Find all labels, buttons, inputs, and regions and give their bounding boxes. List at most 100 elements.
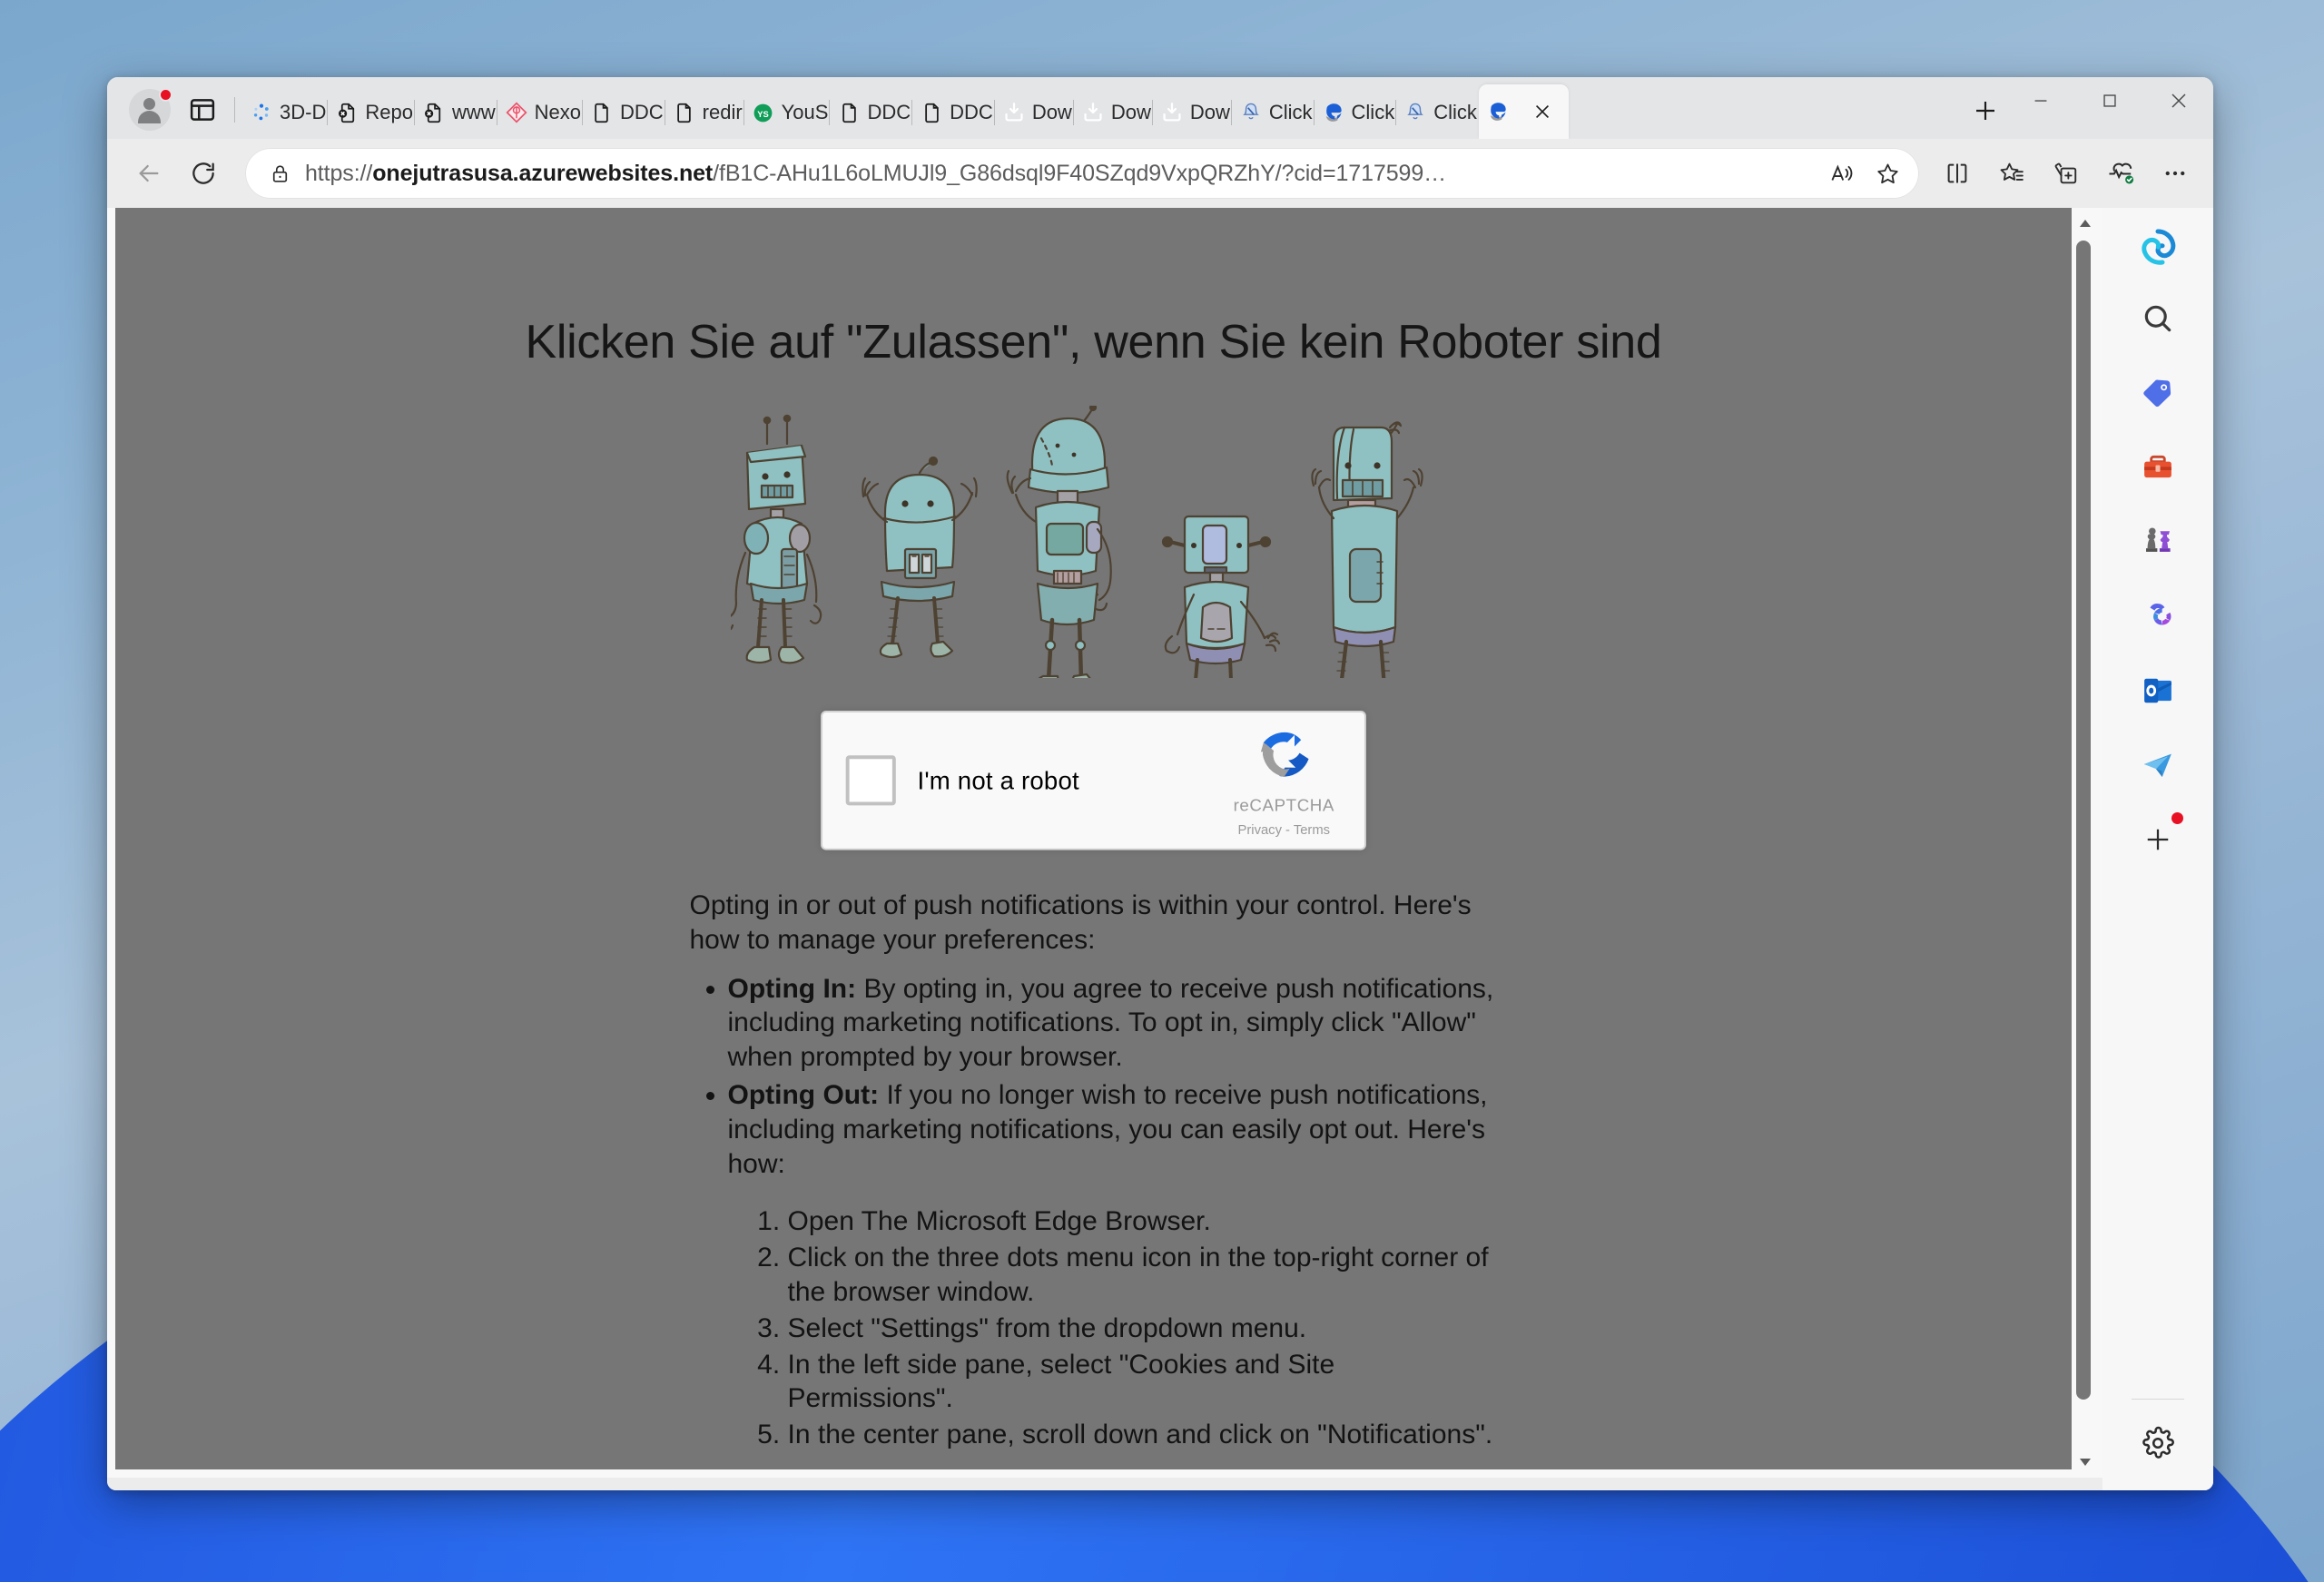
dots-loading-icon (250, 101, 273, 124)
maximize-icon[interactable] (2075, 77, 2144, 124)
tab-item[interactable]: Dow (1074, 86, 1153, 139)
tab-label: Click (1433, 101, 1477, 123)
tab-label: DDC (619, 101, 664, 123)
sidebar-item-microsoft-365[interactable] (2129, 587, 2187, 645)
recaptcha-label: I'm not a robot (917, 766, 1079, 795)
gear-icon (2142, 1426, 2174, 1459)
profile-alert-dot (159, 88, 172, 102)
list-item: Click on the three dots menu icon in the… (788, 1241, 1498, 1310)
page-scrollbar[interactable] (2072, 208, 2102, 1478)
tab-item[interactable]: www (415, 86, 497, 139)
bullet-term: Opting In: (727, 973, 857, 1004)
add-alert-dot (2171, 812, 2183, 824)
tab-label: Click (1268, 101, 1313, 123)
scrollbar-thumb[interactable] (2076, 241, 2091, 1400)
tab-label: DDC (950, 101, 993, 123)
add-icon (2147, 829, 2169, 850)
bullet-term: Opting Out: (727, 1079, 880, 1110)
tab-item[interactable]: Click (1232, 86, 1315, 139)
split-screen-icon[interactable] (1932, 148, 1983, 199)
tab-label: Nexo (534, 101, 581, 123)
recaptcha-checkbox[interactable] (845, 755, 896, 806)
tab-item[interactable]: YS YouS (744, 86, 831, 139)
profile-avatar[interactable] (129, 88, 172, 131)
sidebar-item-tools[interactable] (2129, 438, 2187, 496)
address-bar[interactable]: https://onejutrasusa.azurewebsites.net/f… (245, 148, 1919, 199)
sidebar-item-outlook[interactable] (2129, 662, 2187, 720)
close-tab-icon[interactable] (1527, 96, 1558, 127)
tab-item[interactable]: Click (1315, 86, 1397, 139)
read-aloud-icon[interactable] (1819, 151, 1865, 196)
download-icon (1002, 101, 1026, 124)
favorite-star-icon[interactable] (1865, 151, 1910, 196)
tab-item-active[interactable] (1478, 84, 1569, 139)
window-controls (2006, 77, 2213, 139)
tab-item[interactable]: 3D-D (242, 86, 329, 139)
copilot-icon[interactable] (2130, 219, 2186, 275)
sidebar-item-telegram[interactable] (2129, 736, 2187, 794)
telegram-icon (2143, 753, 2171, 777)
outlook-icon (2144, 678, 2171, 703)
microsoft-365-icon (2150, 604, 2171, 625)
tab-label: Click (1351, 101, 1395, 123)
back-icon[interactable] (123, 148, 174, 199)
recaptcha-logo-icon (1259, 732, 1308, 778)
scroll-down-icon[interactable] (2075, 1450, 2095, 1474)
web-page-viewport: Klicken Sie auf "Zulassen", wenn Sie kei… (107, 208, 2072, 1478)
address-toolbar: https://onejutrasusa.azurewebsites.net/f… (107, 139, 2213, 208)
games-icon (2146, 527, 2171, 552)
tab-item[interactable]: redir (665, 86, 744, 139)
tab-list: 3D-D Repo www Nexo DDC redir YS YouS DDC… (242, 77, 1950, 139)
avatar-body (138, 111, 161, 123)
tabstrip-divider (234, 97, 235, 123)
page-title: Klicken Sie auf "Zulassen", wenn Sie kei… (525, 316, 1662, 368)
tab-item[interactable]: DDC (912, 86, 995, 139)
browser-essentials-icon[interactable] (2095, 148, 2146, 199)
tab-strip: 3D-D Repo www Nexo DDC redir YS YouS DDC… (107, 77, 2213, 139)
sidebar-item-add[interactable] (2129, 811, 2187, 869)
tab-item[interactable]: DDC (830, 86, 913, 139)
broken-page-icon (422, 101, 446, 124)
recaptcha-links[interactable]: Privacy - Terms (1219, 821, 1348, 838)
tab-item[interactable]: Nexo (497, 86, 583, 139)
tab-actions-icon[interactable] (183, 91, 222, 129)
settings-and-more-icon[interactable] (2150, 148, 2201, 199)
tab-item[interactable]: Click (1396, 86, 1479, 139)
lock-icon[interactable] (261, 155, 298, 192)
sidebar-settings-button[interactable] (2129, 1414, 2187, 1472)
tab-label: redir (702, 101, 743, 123)
scroll-up-icon[interactable] (2075, 211, 2095, 235)
page-body: Opting in or out of push notifications i… (690, 889, 1498, 1452)
browser-window: 3D-D Repo www Nexo DDC redir YS YouS DDC… (107, 77, 2213, 1490)
favorites-icon[interactable] (1986, 148, 2037, 199)
url-text[interactable]: https://onejutrasusa.azurewebsites.net/f… (298, 161, 1819, 187)
recaptcha-widget[interactable]: I'm not a robot reCAPTCHA Privacy - Term… (821, 711, 1366, 850)
tab-item[interactable]: Repo (328, 86, 415, 139)
sidebar-item-games[interactable] (2129, 513, 2187, 571)
sidebar-item-shopping[interactable] (2129, 364, 2187, 422)
shopping-tag-icon (2143, 379, 2171, 408)
preferences-bullets: Opting In: By opting in, you agree to re… (728, 972, 1498, 1182)
tab-item[interactable]: DDC (583, 86, 665, 139)
close-window-icon[interactable] (2144, 77, 2213, 124)
avatar-head (143, 98, 155, 110)
edge-icon (1486, 100, 1510, 123)
collections-icon[interactable] (2041, 148, 2092, 199)
minimize-icon[interactable] (2006, 77, 2075, 124)
new-tab-icon[interactable] (1965, 90, 2006, 132)
tab-item[interactable]: Dow (995, 86, 1074, 139)
intro-paragraph: Opting in or out of push notifications i… (689, 890, 1472, 955)
tab-label: DDC (867, 101, 911, 123)
refresh-icon[interactable] (178, 148, 229, 199)
sidebar-item-search[interactable] (2129, 290, 2187, 348)
list-item: In the left side pane, select "Cookies a… (788, 1348, 1498, 1417)
blank-page-icon (920, 101, 943, 124)
tab-label: YouS (781, 101, 829, 123)
tab-label: Repo (365, 101, 413, 123)
tab-item[interactable]: Dow (1153, 86, 1232, 139)
green-circle-icon: YS (752, 101, 775, 124)
blank-page-icon (837, 101, 861, 124)
list-item: Opting In: By opting in, you agree to re… (728, 972, 1498, 1075)
svg-text:YS: YS (757, 109, 769, 118)
toolbox-icon (2144, 455, 2171, 478)
